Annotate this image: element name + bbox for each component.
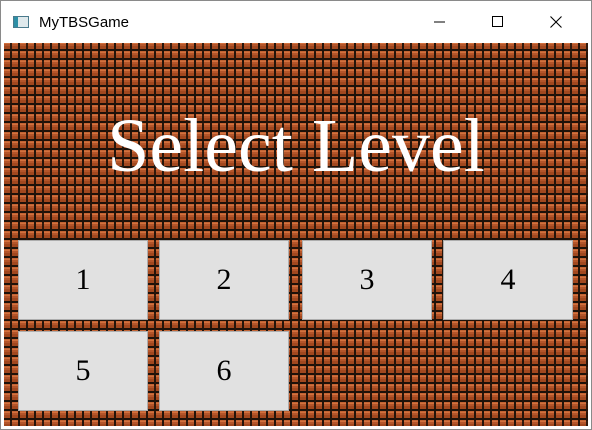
minimize-icon bbox=[434, 21, 445, 23]
window-title: MyTBSGame bbox=[39, 14, 130, 31]
app-icon bbox=[13, 16, 29, 28]
level-5-button[interactable]: 5 bbox=[18, 331, 148, 411]
level-6-button[interactable]: 6 bbox=[159, 331, 289, 411]
app-window: MyTBSGame Select Level 1 2 3 4 5 6 bbox=[0, 0, 592, 430]
close-icon bbox=[550, 16, 562, 28]
level-1-button[interactable]: 1 bbox=[18, 240, 148, 320]
level-2-button[interactable]: 2 bbox=[159, 240, 289, 320]
minimize-button[interactable] bbox=[417, 1, 463, 43]
title-bar[interactable]: MyTBSGame bbox=[1, 1, 591, 43]
level-4-button[interactable]: 4 bbox=[443, 240, 573, 320]
close-button[interactable] bbox=[533, 1, 579, 43]
maximize-icon bbox=[492, 16, 503, 27]
level-3-button[interactable]: 3 bbox=[302, 240, 432, 320]
maximize-button[interactable] bbox=[475, 1, 521, 43]
page-title: Select Level bbox=[107, 104, 485, 188]
level-select-screen: Select Level 1 2 3 4 5 6 bbox=[4, 43, 588, 426]
